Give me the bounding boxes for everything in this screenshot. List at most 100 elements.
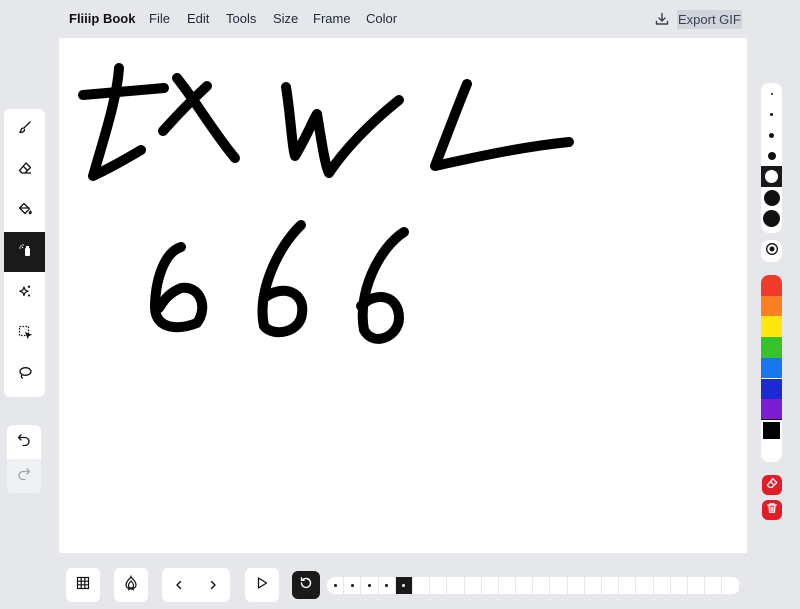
timeline-frame[interactable] (395, 577, 413, 594)
tool-lasso[interactable] (4, 355, 45, 395)
eraser-icon (18, 161, 32, 180)
play-icon (255, 576, 269, 595)
history-panel (7, 425, 41, 493)
menu-bar: Fliiip Book File Edit Tools Size Frame C… (0, 0, 800, 38)
refresh-icon (299, 576, 313, 595)
timeline-frame[interactable] (447, 577, 465, 594)
onion-skin-icon (123, 574, 139, 596)
menu-file[interactable]: File (149, 11, 170, 26)
redo-button[interactable] (7, 459, 41, 493)
tool-eraser[interactable] (4, 150, 45, 190)
brush-size-7[interactable] (761, 208, 782, 229)
timeline-frame[interactable] (430, 577, 448, 594)
brush-size-4[interactable] (761, 145, 782, 166)
selection-icon (18, 325, 32, 344)
timeline-frame[interactable] (379, 577, 396, 594)
tool-select[interactable] (4, 314, 45, 354)
lasso-icon (18, 366, 32, 385)
size-dot (767, 151, 776, 160)
size-dot (765, 170, 778, 183)
brush-size-5[interactable] (761, 166, 782, 187)
export-gif-button[interactable]: Export GIF (655, 9, 742, 29)
brush-size-6[interactable] (761, 187, 782, 208)
timeline-frame[interactable] (705, 577, 723, 594)
timeline-frame[interactable] (533, 577, 551, 594)
color-swatch-dark-blue[interactable] (761, 378, 782, 400)
timeline-frame[interactable] (482, 577, 499, 594)
grid-button[interactable] (66, 568, 100, 602)
frame-content-dot (350, 584, 354, 587)
brush-size-1[interactable] (761, 83, 782, 104)
spray-can-icon (18, 243, 32, 262)
size-dot (770, 113, 773, 116)
color-palette (761, 275, 782, 462)
menu-size[interactable]: Size (273, 11, 298, 26)
brush-size-3[interactable] (761, 125, 782, 146)
color-swatch-blue[interactable] (761, 357, 782, 379)
timeline-frame[interactable] (585, 577, 602, 594)
clear-frame-button[interactable] (762, 475, 782, 495)
loop-button[interactable] (292, 571, 320, 599)
trash-icon (766, 501, 778, 519)
delete-frame-button[interactable] (762, 500, 782, 520)
onion-skin-button[interactable] (114, 568, 148, 602)
color-swatch-white[interactable] (761, 440, 782, 462)
timeline-frame[interactable] (688, 577, 706, 594)
size-dot (769, 133, 774, 138)
color-swatch-green[interactable] (761, 337, 782, 358)
size-dot (770, 92, 773, 95)
color-swatch-black[interactable] (761, 418, 782, 442)
color-swatch-red[interactable] (761, 275, 782, 296)
target-icon (765, 242, 779, 261)
frame-content-dot (402, 584, 406, 587)
timeline-frame[interactable] (465, 577, 482, 594)
tool-brush[interactable] (4, 109, 45, 149)
timeline-frame[interactable] (413, 577, 431, 594)
timeline-frame[interactable] (671, 577, 688, 594)
brush-size-2[interactable] (761, 104, 782, 125)
timeline-frame[interactable] (654, 577, 671, 594)
drawing-canvas[interactable] (59, 38, 747, 553)
tool-spray[interactable] (4, 232, 45, 272)
play-button[interactable] (245, 568, 279, 602)
undo-button[interactable] (7, 425, 41, 459)
timeline-frame[interactable] (499, 577, 517, 594)
timeline-frame[interactable] (602, 577, 620, 594)
tool-fill[interactable] (4, 191, 45, 231)
timeline-frame[interactable] (619, 577, 637, 594)
chevron-left-icon (172, 579, 186, 596)
timeline-frame[interactable] (516, 577, 534, 594)
undo-icon (17, 433, 31, 452)
menu-color[interactable]: Color (366, 11, 397, 26)
redo-icon (17, 467, 31, 486)
menu-tools[interactable]: Tools (226, 11, 256, 26)
timeline-frame[interactable] (550, 577, 568, 594)
drawing-strokes (78, 63, 574, 344)
timeline-frame[interactable] (344, 577, 362, 594)
menu-edit[interactable]: Edit (187, 11, 209, 26)
size-dot (763, 189, 780, 206)
menu-frame[interactable]: Frame (313, 11, 351, 26)
timeline-frame[interactable] (636, 577, 654, 594)
color-swatch-orange[interactable] (761, 295, 782, 317)
timeline-frame[interactable] (361, 577, 379, 594)
chevron-right-icon (206, 579, 220, 596)
color-swatch-purple[interactable] (761, 399, 782, 420)
prev-frame-button[interactable] (172, 578, 186, 597)
tool-sparkle[interactable] (4, 273, 45, 313)
timeline-frame[interactable] (568, 577, 585, 594)
frame-timeline (327, 577, 740, 594)
timeline-frame[interactable] (327, 577, 345, 594)
next-frame-button[interactable] (206, 578, 220, 597)
eraser-clear-icon (766, 476, 778, 494)
brush-icon (18, 120, 32, 139)
color-swatch-yellow[interactable] (761, 316, 782, 338)
frame-content-dot (333, 584, 337, 587)
timeline-frame[interactable] (722, 577, 740, 594)
opacity-button[interactable] (761, 240, 782, 262)
tool-panel (4, 109, 45, 397)
grid-icon (76, 576, 90, 595)
size-dot (763, 210, 780, 227)
export-gif-label: Export GIF (677, 9, 742, 29)
frame-nav (162, 568, 230, 602)
